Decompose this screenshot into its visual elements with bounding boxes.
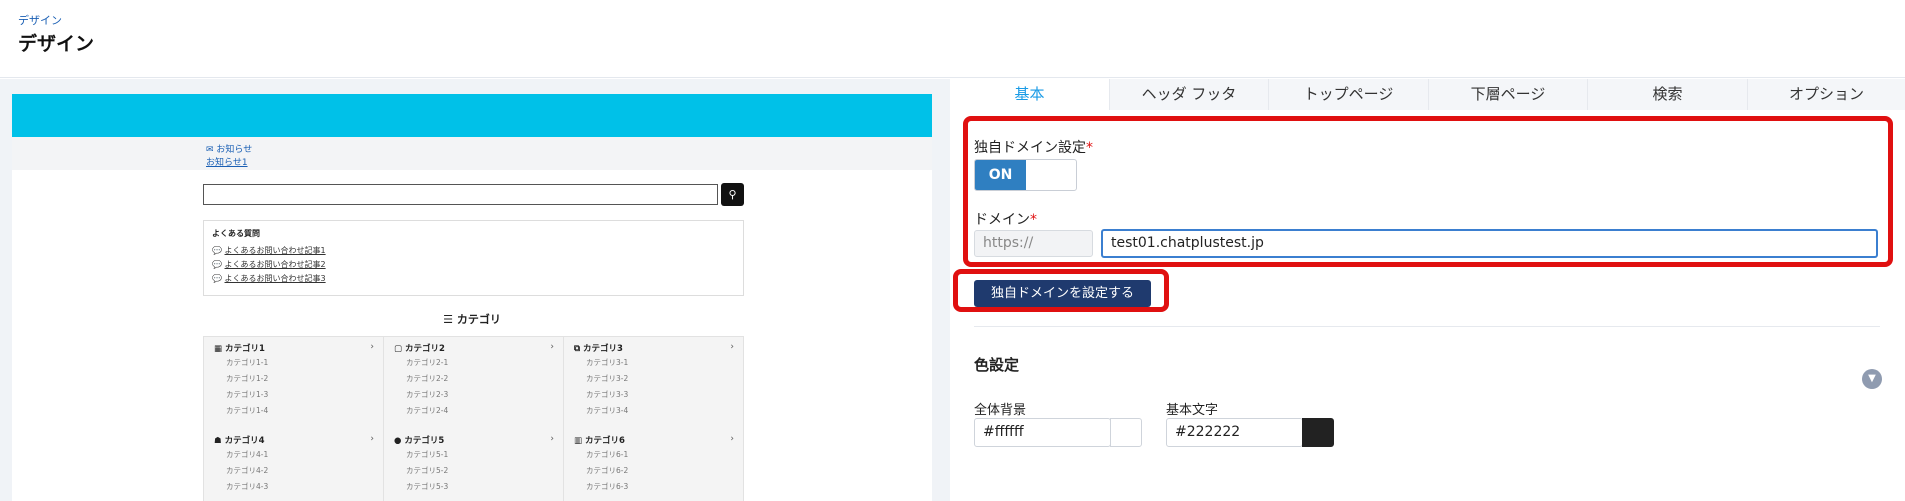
divider (974, 326, 1880, 327)
chat-icon: 💬 (212, 260, 222, 269)
preview-subcategory[interactable]: カテゴリ5-1 (406, 449, 448, 460)
preview-faq-item[interactable]: 💬 よくあるお問い合わせ記事3 (212, 273, 326, 284)
custom-domain-label: 独自ドメイン設定* (974, 140, 1093, 156)
preview-category-heading: ☰ カテゴリ (443, 313, 501, 326)
preview-subcategory[interactable]: カテゴリ1-2 (226, 373, 268, 384)
search-icon: ⚲ (728, 188, 737, 201)
text-color-label: 基本文字 (1166, 403, 1219, 418)
breadcrumb[interactable]: デザイン (18, 12, 62, 28)
preview-notice-bar: ✉ お知らせ お知らせ1 (12, 137, 932, 170)
preview-subcategory[interactable]: カテゴリ5-3 (406, 481, 448, 492)
background-color-label: 全体背景 (974, 403, 1027, 418)
tab-search[interactable]: 検索 (1588, 79, 1748, 110)
preview-subcategory[interactable]: カテゴリ3-3 (586, 389, 628, 400)
preview-subcategory[interactable]: カテゴリ6-3 (586, 481, 628, 492)
chevron-down-icon[interactable]: ▼ (1862, 369, 1882, 389)
preview-subcategory[interactable]: カテゴリ1-3 (226, 389, 268, 400)
category-icon: ▦ (214, 344, 223, 354)
chevron-right-icon: › (730, 434, 734, 444)
preview-notice-title: ✉ お知らせ (206, 145, 253, 155)
building-icon: ▥ (574, 436, 583, 446)
preview-faq-title: よくある質問 (212, 229, 260, 238)
preview-notice-link[interactable]: お知らせ1 (206, 155, 248, 168)
chat-icon: 💬 (212, 246, 222, 255)
chevron-right-icon: › (730, 342, 734, 352)
tab-header-footer[interactable]: ヘッダ フッタ (1110, 79, 1269, 110)
preview-subcategory[interactable]: カテゴリ4-2 (226, 465, 268, 476)
preview-subcategory[interactable]: カテゴリ3-1 (586, 357, 628, 368)
apple-icon: ● (394, 436, 402, 446)
preview-subcategory[interactable]: カテゴリ6-1 (586, 449, 628, 460)
preview-faq-item[interactable]: 💬 よくあるお問い合わせ記事1 (212, 245, 326, 256)
chat-icon: 💬 (212, 274, 222, 283)
preview-category-column: ▢ カテゴリ2 › カテゴリ2-1 カテゴリ2-2 カテゴリ2-3 カテゴリ2-… (384, 337, 564, 501)
background-color-swatch[interactable] (1110, 418, 1142, 447)
tab-basic[interactable]: 基本 (950, 79, 1110, 110)
preview-category-grid: ▦ カテゴリ1 › カテゴリ1-1 カテゴリ1-2 カテゴリ1-3 カテゴリ1-… (203, 336, 744, 501)
page-title: デザイン (18, 33, 95, 55)
preview-search-button[interactable]: ⚲ (721, 183, 744, 206)
robot-icon: ☗ (214, 436, 222, 446)
tab-options[interactable]: オプション (1748, 79, 1905, 110)
preview-header-bar (12, 94, 932, 137)
preview-subcategory[interactable]: カテゴリ4-3 (226, 481, 268, 492)
preview-faq-box: よくある質問 💬 よくあるお問い合わせ記事1 💬 よくあるお問い合わせ記事2 💬… (203, 220, 744, 296)
preview-subcategory[interactable]: カテゴリ6-2 (586, 465, 628, 476)
square-icon: ▢ (394, 344, 403, 354)
preview-subcategory[interactable]: カテゴリ2-3 (406, 389, 448, 400)
preview-subcategory[interactable]: カテゴリ2-2 (406, 373, 448, 384)
preview-subcategory[interactable]: カテゴリ3-2 (586, 373, 628, 384)
mail-icon: ✉ (206, 145, 214, 155)
custom-domain-toggle[interactable]: ON (974, 159, 1077, 191)
page-header: デザイン デザイン (0, 0, 1905, 78)
preview-subcategory[interactable]: カテゴリ2-1 (406, 357, 448, 368)
domain-input[interactable]: test01.chatplustest.jp (1101, 229, 1878, 258)
toggle-on-label: ON (975, 160, 1026, 190)
preview-category-column: ▦ カテゴリ1 › カテゴリ1-1 カテゴリ1-2 カテゴリ1-3 カテゴリ1-… (204, 337, 384, 501)
chevron-right-icon: › (370, 434, 374, 444)
protocol-prefix: https:// (974, 230, 1093, 257)
preview-category-column: ⧉ カテゴリ3 › カテゴリ3-1 カテゴリ3-2 カテゴリ3-3 カテゴリ3-… (574, 342, 734, 492)
preview-subcategory[interactable]: カテゴリ5-2 (406, 465, 448, 476)
domain-label: ドメイン* (974, 212, 1037, 228)
preview-subcategory[interactable]: カテゴリ3-4 (586, 405, 628, 416)
text-color-swatch[interactable] (1302, 418, 1334, 447)
tab-sub-page[interactable]: 下層ページ (1429, 79, 1588, 110)
text-color-input[interactable]: #222222 (1166, 418, 1303, 447)
preview-subcategory[interactable]: カテゴリ1-4 (226, 405, 268, 416)
settings-tabs: 基本 ヘッダ フッタ トップページ 下層ページ 検索 オプション (950, 79, 1905, 110)
chevron-right-icon: › (550, 342, 554, 352)
background-color-input[interactable]: #ffffff (974, 418, 1111, 447)
design-preview: ✉ お知らせ お知らせ1 ⚲ よくある質問 💬 よくあるお問い合わせ記事1 💬 … (12, 94, 932, 501)
preview-subcategory[interactable]: カテゴリ2-4 (406, 405, 448, 416)
chevron-right-icon: › (370, 342, 374, 352)
preview-search-input[interactable] (203, 184, 718, 205)
list-icon: ☰ (443, 313, 454, 326)
color-settings-title: 色設定 (974, 356, 1020, 374)
set-domain-button[interactable]: 独自ドメインを設定する (974, 280, 1151, 307)
tab-top-page[interactable]: トップページ (1269, 79, 1429, 110)
preview-subcategory[interactable]: カテゴリ4-1 (226, 449, 268, 460)
preview-faq-item[interactable]: 💬 よくあるお問い合わせ記事2 (212, 259, 326, 270)
settings-panel: 基本 ヘッダ フッタ トップページ 下層ページ 検索 オプション 独自ドメイン設… (950, 79, 1905, 501)
network-icon: ⧉ (574, 344, 581, 354)
preview-subcategory[interactable]: カテゴリ1-1 (226, 357, 268, 368)
chevron-right-icon: › (550, 434, 554, 444)
content-area: ✉ お知らせ お知らせ1 ⚲ よくある質問 💬 よくあるお問い合わせ記事1 💬 … (0, 79, 1905, 501)
